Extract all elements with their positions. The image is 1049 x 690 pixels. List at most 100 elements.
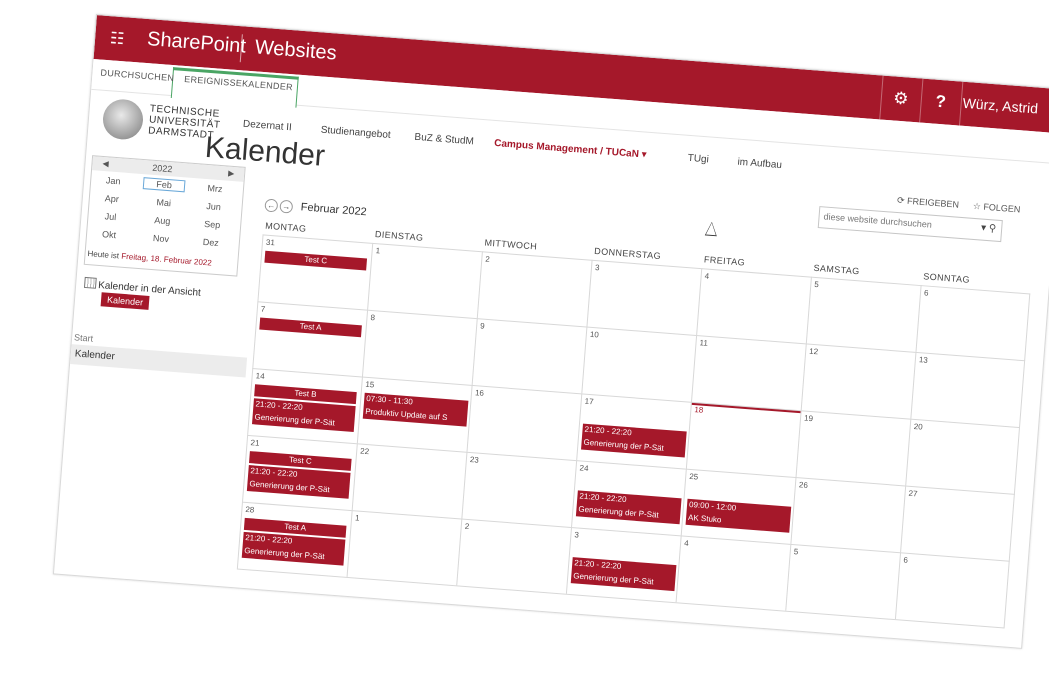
app-launcher-icon[interactable]: ☷ — [94, 15, 141, 62]
day-cell[interactable]: 19 — [795, 410, 911, 486]
sharepoint-window: ☷ SharePoint Websites ⚙ ? Würz, Astrid D… — [52, 14, 1049, 649]
gear-icon[interactable]: ⚙ — [879, 76, 922, 123]
month-dez[interactable]: Dez — [190, 236, 231, 249]
day-cell[interactable]: 26 — [790, 477, 906, 553]
day-cell[interactable]: 20 — [905, 418, 1021, 494]
day-cell[interactable]: 18 — [685, 401, 802, 478]
month-label: Februar 2022 — [300, 201, 368, 219]
calendar-chip[interactable]: Kalender — [100, 292, 150, 310]
month-okt[interactable]: Okt — [89, 228, 130, 241]
calendar-icon — [83, 276, 97, 289]
mouse-cursor-icon — [705, 222, 717, 236]
day-number: 16 — [474, 388, 485, 398]
day-number: 28 — [245, 504, 255, 515]
day-cell[interactable]: 6 — [915, 285, 1031, 361]
month-nov[interactable]: Nov — [141, 232, 182, 245]
day-number: 21 — [250, 438, 260, 448]
day-number: 11 — [699, 338, 709, 348]
month-feb-selected[interactable]: Feb — [142, 177, 186, 193]
day-number: 15 — [365, 379, 375, 390]
day-cell[interactable]: 31 — [257, 234, 373, 310]
month-grid: MONTAG DIENSTAG MITTWOCH DONNERSTAG FREI… — [236, 220, 1032, 629]
tab-durchsuchen[interactable]: DURCHSUCHEN — [100, 68, 174, 84]
month-jul[interactable]: Jul — [90, 210, 131, 223]
event-desc: Generierung der P-Sät — [254, 412, 336, 428]
screenshot-stage: ☷ SharePoint Websites ⚙ ? Würz, Astrid D… — [0, 0, 1049, 690]
day-number: 20 — [913, 421, 923, 432]
month-mrz[interactable]: Mrz — [195, 182, 236, 195]
event-time: 21:20 - 22:20 — [584, 424, 632, 438]
chevron-down-icon[interactable]: ▾ — [641, 149, 647, 160]
day-cell[interactable]: 8 — [361, 309, 477, 385]
day-cell[interactable]: 9 — [471, 318, 587, 394]
day-cell[interactable]: 4 — [675, 535, 791, 611]
day-cell[interactable]: 10 — [581, 326, 697, 402]
day-cell[interactable]: 16 — [466, 384, 582, 461]
month-apr[interactable]: Apr — [92, 192, 133, 205]
day-cell[interactable]: 22 — [351, 443, 467, 519]
day-cell[interactable]: 13 — [910, 351, 1026, 428]
day-cell[interactable]: 23 — [461, 451, 577, 527]
day-cell[interactable]: 3 — [586, 259, 702, 335]
day-cell[interactable]: 6 — [894, 552, 1010, 628]
day-header-saturday: SAMSTAG — [813, 262, 861, 277]
sharepoint-brand[interactable]: SharePoint — [146, 28, 246, 59]
user-menu[interactable]: Würz, Astrid — [962, 95, 1038, 117]
day-number: 1 — [375, 246, 381, 256]
day-number: 2 — [484, 254, 491, 264]
search-icon[interactable]: ▾ ⚲ — [981, 223, 997, 235]
day-cell[interactable]: 27 — [900, 485, 1015, 561]
nav-dezernat[interactable]: Dezernat II — [243, 119, 293, 134]
quicknav-kalender[interactable]: Kalender — [70, 344, 248, 378]
quicknav-start[interactable]: Start — [74, 332, 94, 343]
day-cell[interactable]: 5 — [805, 276, 921, 352]
day-cell[interactable]: 4 — [696, 268, 811, 344]
event-desc: Generierung der P-Sät — [578, 504, 660, 520]
month-sep[interactable]: Sep — [192, 218, 233, 231]
prev-month-icon[interactable]: ← — [264, 198, 279, 213]
day-number: 14 — [255, 371, 265, 381]
day-cell[interactable]: 2 — [456, 518, 572, 594]
day-cell[interactable]: 12 — [800, 343, 916, 419]
event-time: 21:20 - 22:20 — [250, 466, 298, 479]
day-header-monday: MONTAG — [264, 220, 307, 234]
day-cell[interactable]: 7 — [252, 301, 368, 377]
month-jan[interactable]: Jan — [93, 174, 134, 187]
event-time: 21:20 - 22:20 — [255, 399, 303, 412]
share-button[interactable]: ⟳ FREIGEBEN — [897, 195, 960, 211]
follow-button[interactable]: ☆ FOLGEN — [972, 201, 1020, 216]
sites-link[interactable]: Websites — [254, 36, 337, 65]
date-picker-year: 2022 — [151, 162, 173, 175]
day-number: 17 — [584, 396, 594, 407]
nav-tugi[interactable]: TUgi — [687, 153, 709, 166]
day-number: 6 — [903, 555, 909, 565]
day-number: 7 — [260, 304, 266, 314]
prev-year-icon[interactable]: ◀ — [102, 159, 109, 168]
day-number: 23 — [469, 455, 480, 465]
month-aug[interactable]: Aug — [142, 214, 183, 227]
next-month-icon[interactable]: → — [279, 199, 294, 214]
day-header-friday: FREITAG — [703, 254, 746, 268]
month-jun[interactable]: Jun — [193, 200, 234, 213]
nav-buz-studm[interactable]: BuZ & StudM — [414, 132, 474, 148]
next-year-icon[interactable]: ▶ — [228, 169, 235, 178]
day-cell[interactable]: 1 — [367, 242, 482, 319]
day-header-tuesday: DIENSTAG — [374, 229, 424, 243]
quicknav-kalender-label: Kalender — [74, 348, 116, 363]
nav-im-aufbau[interactable]: im Aufbau — [737, 157, 782, 171]
day-number: 5 — [793, 547, 799, 557]
day-number: 3 — [594, 263, 600, 273]
day-cell[interactable]: 1 — [346, 510, 462, 586]
day-number: 22 — [359, 446, 370, 457]
tu-darmstadt-logo[interactable] — [101, 97, 145, 141]
day-number: 10 — [589, 329, 600, 340]
nav-campus-management[interactable]: Campus Management / TUCaN ▾ — [494, 138, 647, 161]
day-cell[interactable]: 2 — [476, 251, 592, 327]
today-link[interactable]: Freitag, 18. Februar 2022 — [121, 252, 212, 268]
nav-studienangebot[interactable]: Studienangebot — [320, 125, 391, 141]
day-cell[interactable]: 5 — [785, 543, 901, 620]
help-icon[interactable]: ? — [919, 79, 962, 126]
month-mai[interactable]: Mai — [143, 196, 184, 209]
day-cell[interactable]: 11 — [691, 334, 806, 411]
event-time: 09:00 - 12:00 — [688, 499, 737, 513]
